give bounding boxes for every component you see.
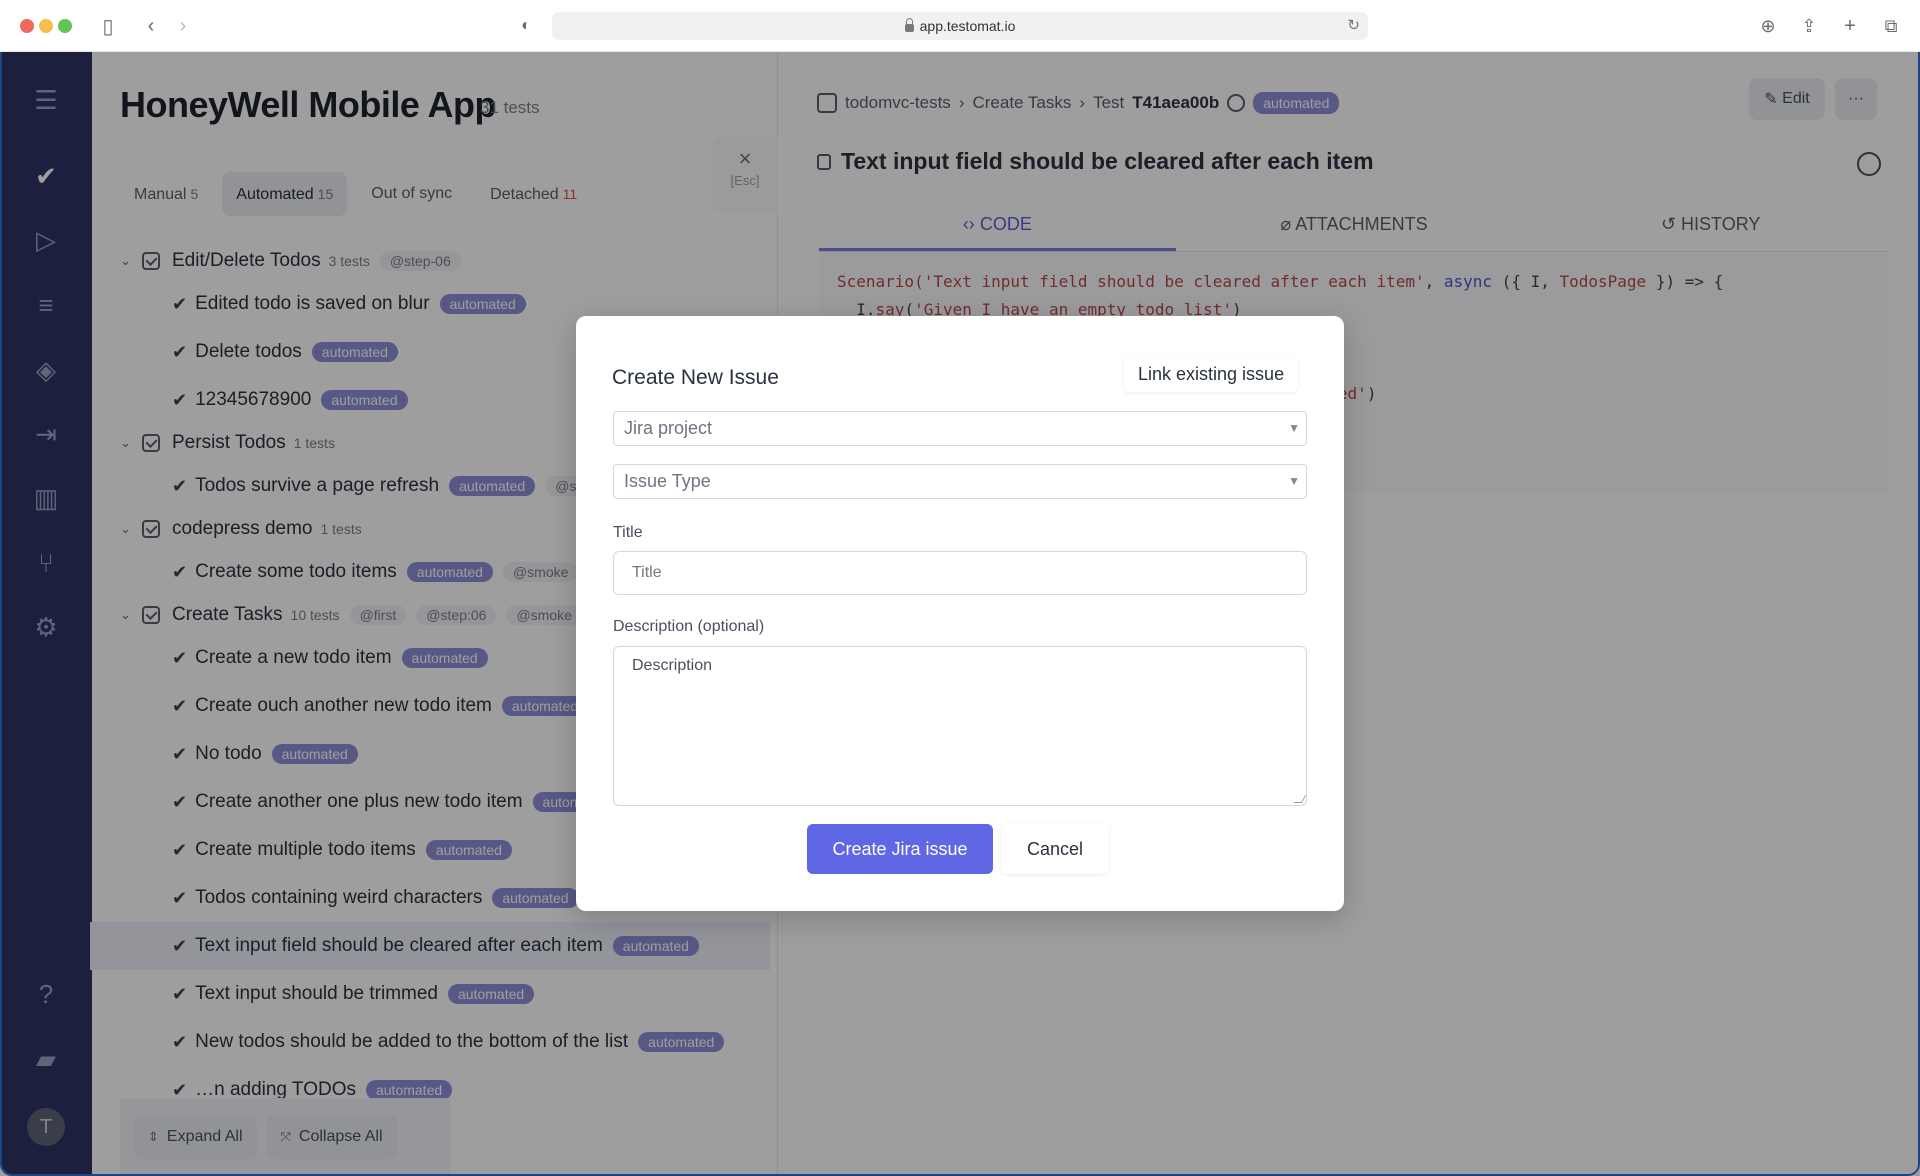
title-input[interactable] — [613, 551, 1307, 595]
maximize-window-button[interactable] — [58, 19, 72, 33]
select-placeholder: Issue Type — [624, 471, 711, 491]
address-bar[interactable]: app.testomat.io ↻ — [552, 12, 1368, 40]
link-existing-issue-button[interactable]: Link existing issue — [1124, 356, 1299, 392]
issue-type-select[interactable]: Issue Type ▼ — [613, 464, 1307, 499]
minimize-window-button[interactable] — [39, 19, 53, 33]
lock-icon — [904, 18, 914, 32]
download-icon[interactable]: ⊕ — [1754, 12, 1782, 40]
caret-down-icon: ▼ — [1288, 474, 1300, 488]
forward-icon[interactable]: › — [169, 12, 197, 40]
select-placeholder: Jira project — [624, 418, 713, 438]
sidebar-toggle-icon[interactable]: ▯ — [94, 12, 122, 40]
modal-title: Create New Issue — [612, 366, 779, 389]
privacy-shield-icon[interactable]: ◐ — [512, 12, 540, 40]
url-text: app.testomat.io — [919, 18, 1016, 34]
back-icon[interactable]: ‹ — [137, 12, 165, 40]
close-window-button[interactable] — [20, 19, 34, 33]
caret-down-icon: ▼ — [1288, 421, 1300, 435]
browser-toolbar: ▯ ‹ › ◐ app.testomat.io ↻ ⊕ ⇪ + ⧉ — [0, 0, 1920, 52]
title-label: Title — [613, 524, 643, 541]
share-icon[interactable]: ⇪ — [1795, 12, 1823, 40]
jira-project-select[interactable]: Jira project ▼ — [613, 411, 1307, 446]
reload-icon[interactable]: ↻ — [1347, 16, 1360, 34]
create-jira-issue-button[interactable]: Create Jira issue — [807, 824, 993, 874]
new-tab-icon[interactable]: + — [1836, 12, 1864, 40]
tabs-overview-icon[interactable]: ⧉ — [1877, 12, 1905, 40]
create-issue-modal: Create New Issue Link existing issue Jir… — [576, 316, 1344, 911]
resize-handle[interactable] — [1293, 795, 1307, 803]
description-textarea[interactable]: Description — [613, 646, 1307, 806]
description-placeholder: Description — [632, 657, 713, 674]
cancel-button[interactable]: Cancel — [1001, 824, 1109, 874]
description-label: Description (optional) — [613, 618, 765, 635]
